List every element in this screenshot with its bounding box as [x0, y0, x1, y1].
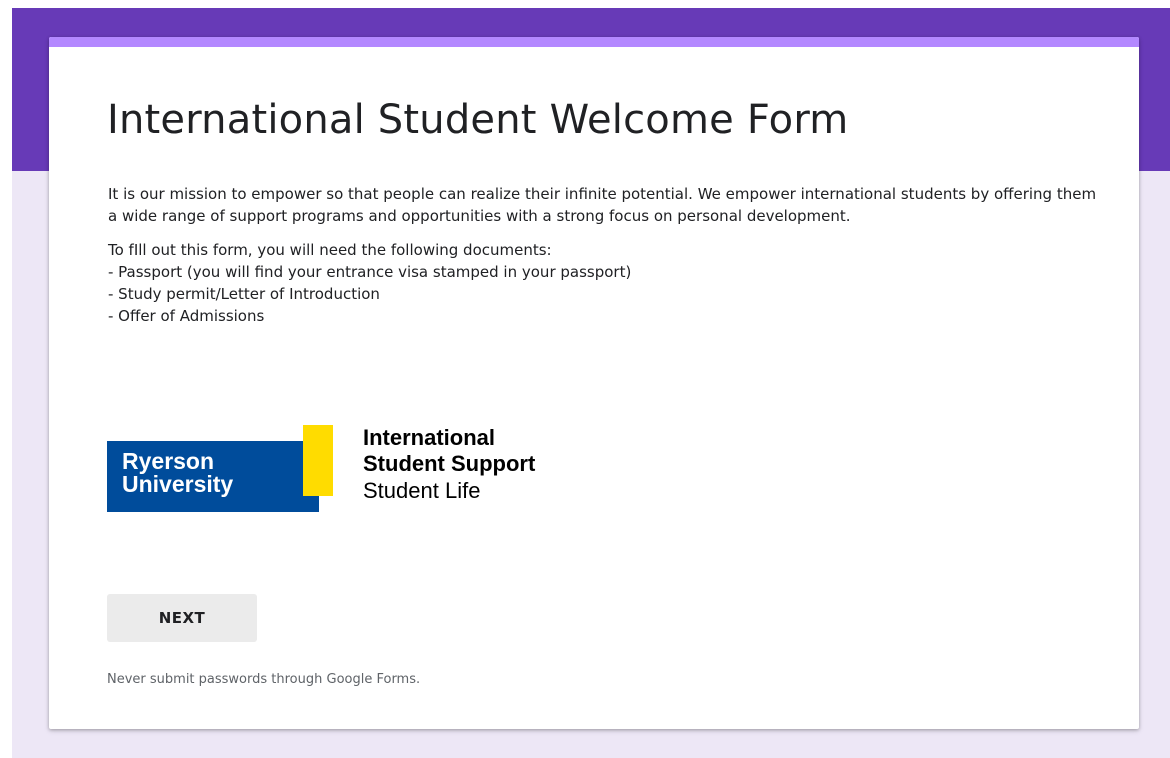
- documents-heading: To fIll out this form, you will need the…: [108, 241, 552, 259]
- document-item-passport: - Passport (you will find your entrance …: [108, 263, 632, 281]
- ryerson-logo-wordmark: Ryerson University: [122, 450, 233, 496]
- department-name: International Student Support Student Li…: [363, 425, 535, 504]
- form-description: It is our mission to empower so that peo…: [108, 183, 1098, 327]
- document-item-study-permit: - Study permit/Letter of Introduction: [108, 285, 380, 303]
- department-line3: Student Life: [363, 478, 481, 503]
- form-title: International Student Welcome Form: [107, 97, 849, 143]
- next-button[interactable]: NEXT: [107, 594, 257, 642]
- form-card: International Student Welcome Form It is…: [49, 37, 1139, 729]
- department-line1: International: [363, 425, 496, 450]
- document-item-offer: - Offer of Admissions: [108, 307, 265, 325]
- ryerson-logo-line1: Ryerson: [122, 448, 215, 474]
- documents-section: To fIll out this form, you will need the…: [108, 239, 1098, 327]
- page-background: International Student Welcome Form It is…: [12, 8, 1170, 758]
- password-warning: Never submit passwords through Google Fo…: [107, 672, 421, 687]
- ryerson-logo-yellow-bar: [303, 425, 333, 496]
- ryerson-logo-line2: University: [122, 471, 234, 497]
- card-accent-bar: [49, 37, 1139, 47]
- ryerson-iss-logo: Ryerson University International Student…: [107, 425, 627, 515]
- department-line2: Student Support: [363, 451, 536, 476]
- description-intro: It is our mission to empower so that peo…: [108, 185, 1097, 225]
